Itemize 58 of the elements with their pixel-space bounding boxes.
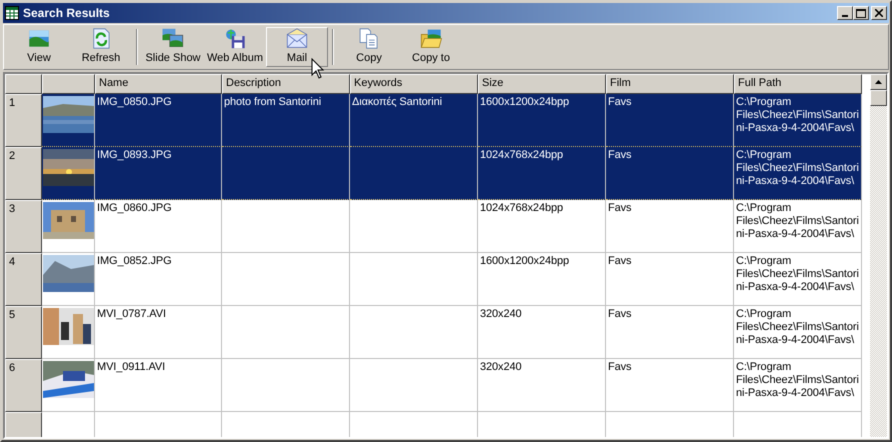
table-cell: Favs xyxy=(606,253,734,306)
column-header[interactable]: Film xyxy=(606,74,734,94)
table-cell: Favs xyxy=(606,200,734,253)
table-cell: Favs xyxy=(606,359,734,412)
scroll-up-button[interactable] xyxy=(870,74,887,90)
up-arrow-icon xyxy=(875,80,882,84)
column-header[interactable]: Keywords xyxy=(350,74,478,94)
table-cell: C:\Program Files\Cheez\Films\Santorini-Pasxa-9-4-2004\Favs\ xyxy=(734,306,862,359)
maximize-button[interactable] xyxy=(853,6,869,20)
table-cell: MVI_0911.AVI xyxy=(95,359,222,412)
table-cell: 1600x1200x24bpp xyxy=(478,253,606,306)
row-number[interactable]: 2 xyxy=(5,147,42,200)
table-cell: IMG_0850.JPG xyxy=(95,94,222,147)
table-cell: 1024x768x24bpp xyxy=(478,147,606,200)
toolbar-button[interactable]: View xyxy=(8,27,70,67)
toolbar-button[interactable]: Slide Show xyxy=(142,27,204,67)
table-cell: IMG_0893.JPG xyxy=(95,147,222,200)
table-cell: C:\Program Files\Cheez\Films\Santorini-Pasxa-9-4-2004\Favs\ xyxy=(734,359,862,412)
table-cell: photo from Santorini xyxy=(222,94,350,147)
table-cell: C:\Program Files\Cheez\Films\Santorini-Pasxa-9-4-2004\Favs\ xyxy=(734,94,862,147)
scroll-thumb[interactable] xyxy=(870,90,887,106)
table-cell: Favs xyxy=(606,306,734,359)
column-header[interactable] xyxy=(42,74,95,94)
window-icon xyxy=(5,6,19,20)
table-cell: C:\Program Files\Cheez\Films\Santorini-Pasxa-9-4-2004\Favs\ xyxy=(734,253,862,306)
minimize-button[interactable] xyxy=(837,6,853,20)
table-cell: IMG_0860.JPG xyxy=(95,200,222,253)
scrollbar[interactable] xyxy=(870,74,887,437)
close-icon xyxy=(875,9,883,17)
row-number[interactable]: 4 xyxy=(5,253,42,306)
row-number[interactable]: 6 xyxy=(5,359,42,412)
toolbar-button[interactable]: Mail xyxy=(266,27,328,67)
table-cell: Διακοπές Santorini xyxy=(350,94,478,147)
maximize-icon xyxy=(856,8,866,18)
column-header[interactable] xyxy=(5,74,42,94)
window-title: Search Results xyxy=(23,6,111,20)
table-cell: Favs xyxy=(606,147,734,200)
toolbar-button[interactable]: Refresh xyxy=(70,27,132,67)
table-cell: IMG_0852.JPG xyxy=(95,253,222,306)
column-header[interactable]: Description xyxy=(222,74,350,94)
table-cell: C:\Program Files\Cheez\Films\Santorini-Pasxa-9-4-2004\Favs\ xyxy=(734,200,862,253)
column-header[interactable]: Full Path xyxy=(734,74,862,94)
table-cell: C:\Program Files\Cheez\Films\Santorini-Pasxa-9-4-2004\Favs\ xyxy=(734,147,862,200)
table-cell: MVI_0787.AVI xyxy=(95,306,222,359)
column-header[interactable]: Name xyxy=(95,74,222,94)
row-number[interactable]: 5 xyxy=(5,306,42,359)
toolbar-button[interactable]: Copy xyxy=(338,27,400,67)
table-cell: 1024x768x24bpp xyxy=(478,200,606,253)
toolbar-button[interactable]: Web Album xyxy=(204,27,266,67)
toolbar-button[interactable]: Copy to xyxy=(400,27,462,67)
table-cell: 320x240 xyxy=(478,306,606,359)
row-number[interactable]: 3 xyxy=(5,200,42,253)
column-header[interactable]: Size xyxy=(478,74,606,94)
table-cell: 320x240 xyxy=(478,359,606,412)
row-number[interactable]: 1 xyxy=(5,94,42,147)
close-button[interactable] xyxy=(871,6,887,20)
table-cell: 1600x1200x24bpp xyxy=(478,94,606,147)
table-cell: Favs xyxy=(606,94,734,147)
